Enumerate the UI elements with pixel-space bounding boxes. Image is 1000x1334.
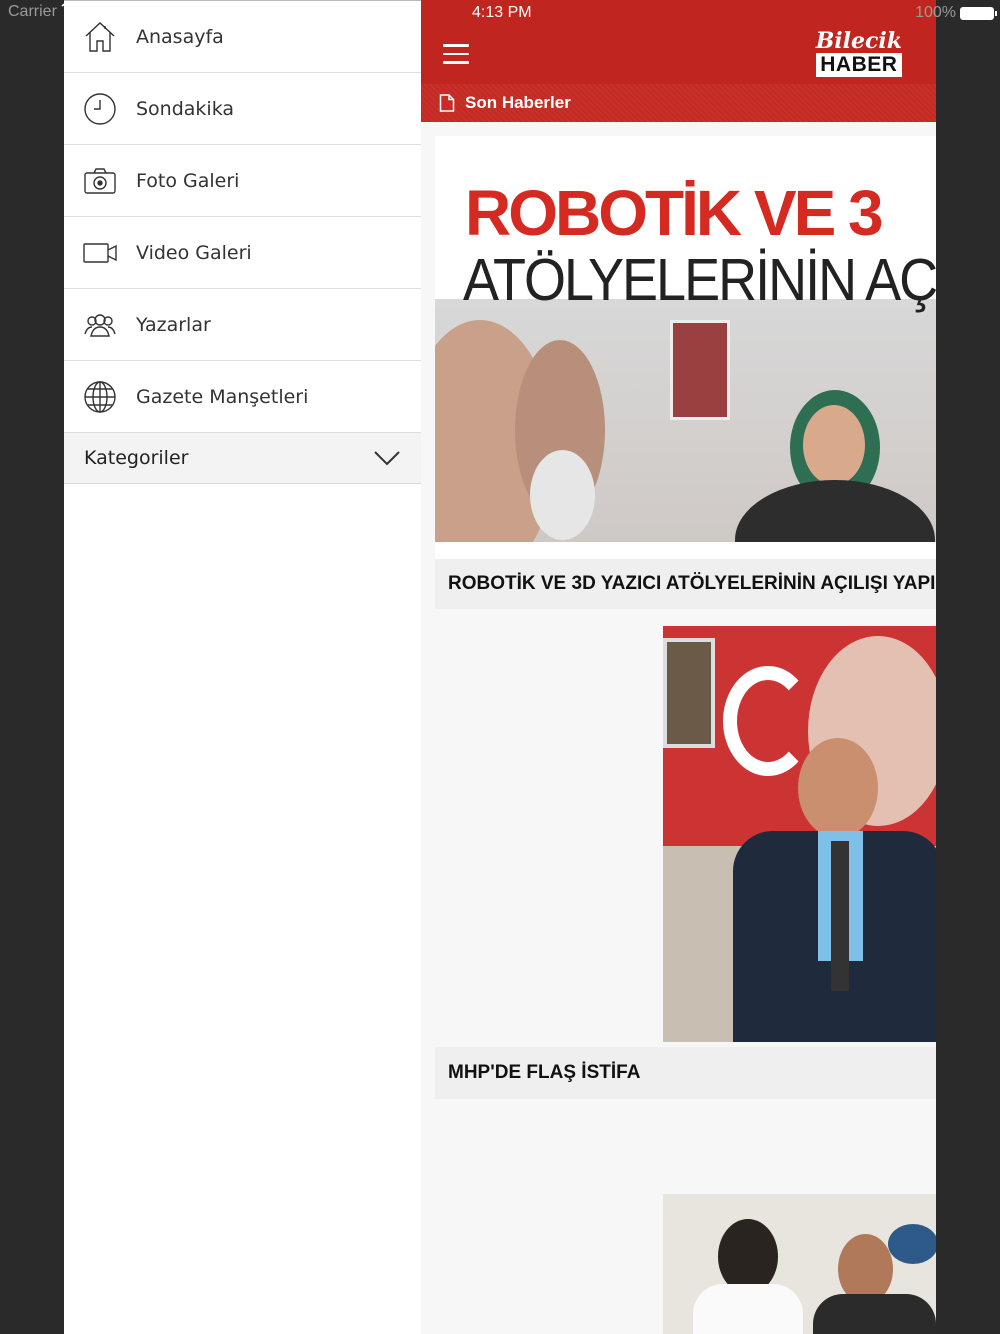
photo-face — [803, 405, 865, 485]
photo-tie — [831, 841, 849, 991]
side-drawer: Anasayfa Sondakika Foto Galeri Video Gal… — [64, 0, 421, 1334]
news-image: ROBOTİK VE 3 ATÖLYELERİNİN AÇ — [435, 150, 936, 542]
drawer-item-foto-galeri[interactable]: Foto Galeri — [64, 145, 421, 217]
news-image — [663, 1194, 936, 1334]
photo-coat — [693, 1284, 803, 1334]
photo-crescent — [723, 666, 813, 776]
section-title: Son Haberler — [465, 93, 571, 112]
hamburger-menu-icon[interactable] — [443, 44, 469, 64]
home-icon — [82, 19, 118, 55]
categories-toggle[interactable]: Kategoriler — [64, 433, 421, 484]
clock-icon — [82, 91, 118, 127]
news-image — [663, 626, 936, 1042]
drawer-item-anasayfa[interactable]: Anasayfa — [64, 1, 421, 73]
photo-beard — [530, 450, 595, 540]
logo-text-top: Bilecik — [815, 28, 902, 54]
video-camera-icon — [82, 235, 118, 271]
drawer-item-label: Gazete Manşetleri — [136, 385, 309, 408]
section-header: Son Haberler — [421, 84, 936, 122]
photo-portrait-frame — [663, 638, 715, 748]
logo-text-bottom: HABER — [815, 53, 902, 77]
news-title: MHP'DE FLAŞ İSTİFA — [448, 1062, 641, 1083]
users-icon — [82, 307, 118, 343]
photo-person — [718, 1219, 778, 1294]
drawer-item-gazete-mansetleri[interactable]: Gazete Manşetleri — [64, 361, 421, 433]
categories-label: Kategoriler — [84, 447, 189, 469]
drawer-item-label: Anasayfa — [136, 25, 224, 48]
main-panel: Bilecik HABER Son Haberler ROBOTİK VE 3 … — [421, 0, 936, 1334]
document-icon — [439, 94, 455, 112]
news-title: ROBOTİK VE 3D YAZICI ATÖLYELERİNİN AÇILI… — [448, 573, 936, 594]
status-battery: 100% — [915, 4, 997, 22]
battery-label: 100% — [915, 4, 956, 21]
drawer-item-label: Yazarlar — [136, 313, 211, 336]
photo-frame — [670, 320, 730, 420]
chevron-down-icon — [374, 451, 400, 466]
news-image-headline: ROBOTİK VE 3 — [465, 177, 884, 249]
news-card[interactable] — [435, 626, 936, 1044]
photo-cap — [888, 1224, 936, 1264]
drawer-item-yazarlar[interactable]: Yazarlar — [64, 289, 421, 361]
photo-clothing — [813, 1294, 936, 1334]
drawer-item-sondakika[interactable]: Sondakika — [64, 73, 421, 145]
drawer-item-label: Foto Galeri — [136, 169, 240, 192]
wifi-icon — [61, 2, 77, 14]
camera-icon — [82, 163, 118, 199]
photo-face — [798, 738, 878, 838]
battery-icon — [960, 6, 997, 20]
site-logo[interactable]: Bilecik HABER — [815, 28, 902, 77]
news-card[interactable]: ROBOTİK VE 3 ATÖLYELERİNİN AÇ — [435, 136, 936, 559]
news-title-bar[interactable]: ROBOTİK VE 3D YAZICI ATÖLYELERİNİN AÇILI… — [435, 559, 936, 609]
photo-clothing — [735, 480, 935, 542]
news-image-subheadline: ATÖLYELERİNİN AÇ — [463, 247, 936, 314]
carrier-label: Carrier — [8, 3, 57, 20]
status-carrier: Carrier — [8, 2, 77, 21]
globe-icon — [82, 379, 118, 415]
news-title-bar[interactable]: MHP'DE FLAŞ İSTİFA — [435, 1047, 936, 1099]
drawer-item-label: Sondakika — [136, 97, 235, 120]
drawer-item-video-galeri[interactable]: Video Galeri — [64, 217, 421, 289]
status-time: 4:13 PM — [472, 4, 532, 21]
drawer-item-label: Video Galeri — [136, 241, 252, 264]
news-card[interactable] — [435, 1112, 936, 1334]
